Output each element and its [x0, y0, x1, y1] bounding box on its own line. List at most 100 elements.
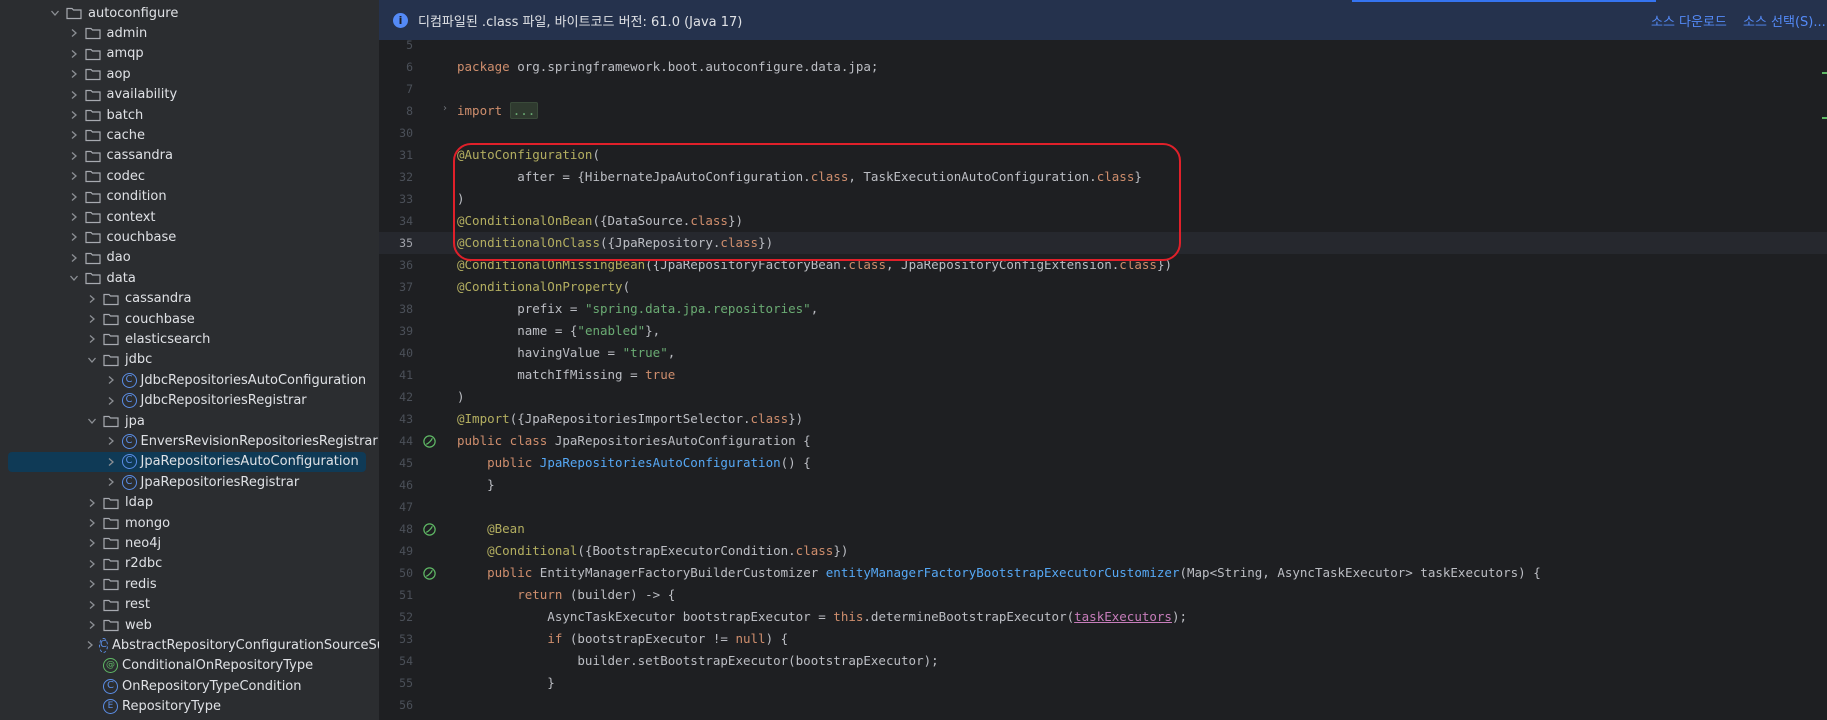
- code-line[interactable]: }: [457, 672, 555, 694]
- fold-chevron-icon[interactable]: ›: [443, 103, 447, 114]
- chevron-right-icon[interactable]: [104, 394, 118, 408]
- tree-item[interactable]: C JpaRepositoriesRegistrar: [0, 472, 379, 492]
- code-line[interactable]: @ConditionalOnBean({DataSource.class}): [457, 210, 743, 232]
- tree-item[interactable]: cache: [0, 125, 379, 145]
- chevron-down-icon[interactable]: [85, 353, 99, 367]
- tree-item[interactable]: aop: [0, 64, 379, 84]
- tree-item[interactable]: @ ConditionalOnRepositoryType: [0, 656, 379, 676]
- chevron-right-icon[interactable]: [85, 496, 99, 510]
- tree-item[interactable]: condition: [0, 187, 379, 207]
- code-line[interactable]: package org.springframework.boot.autocon…: [457, 56, 878, 78]
- tree-item[interactable]: context: [0, 207, 379, 227]
- spring-bean-icon[interactable]: [422, 522, 437, 537]
- tree-item[interactable]: C JdbcRepositoriesRegistrar: [0, 391, 379, 411]
- tree-item[interactable]: dao: [0, 248, 379, 268]
- tree-item[interactable]: jdbc: [0, 350, 379, 370]
- code-line[interactable]: @Bean: [457, 518, 525, 540]
- chevron-right-icon[interactable]: [85, 577, 99, 591]
- tree-item[interactable]: autoconfigure: [0, 3, 379, 23]
- chevron-right-icon[interactable]: [67, 149, 81, 163]
- tree-item[interactable]: elasticsearch: [0, 329, 379, 349]
- chevron-right-icon[interactable]: [85, 557, 99, 571]
- tree-item[interactable]: C JdbcRepositoriesAutoConfiguration: [0, 370, 379, 390]
- tree-item[interactable]: C AbstractRepositoryConfigurationSourceSu: [0, 635, 379, 655]
- chevron-right-icon[interactable]: [67, 210, 81, 224]
- choose-sources-link[interactable]: 소스 선택(S)...: [1743, 11, 1826, 30]
- code-line[interactable]: @Conditional({BootstrapExecutorCondition…: [457, 540, 848, 562]
- tree-item[interactable]: redis: [0, 574, 379, 594]
- tree-item[interactable]: cassandra: [0, 289, 379, 309]
- chevron-right-icon[interactable]: [67, 26, 81, 40]
- chevron-right-icon[interactable]: [104, 373, 118, 387]
- chevron-right-icon[interactable]: [67, 190, 81, 204]
- tree-item[interactable]: batch: [0, 105, 379, 125]
- tree-item[interactable]: r2dbc: [0, 554, 379, 574]
- chevron-right-icon[interactable]: [67, 251, 81, 265]
- chevron-right-icon[interactable]: [67, 88, 81, 102]
- project-tree[interactable]: autoconfigure admin amqp aop availability bat…: [0, 0, 379, 720]
- spring-bean-icon[interactable]: [422, 434, 437, 449]
- chevron-down-icon[interactable]: [48, 6, 62, 20]
- chevron-right-icon[interactable]: [85, 516, 99, 530]
- tree-item[interactable]: couchbase: [0, 309, 379, 329]
- code-line[interactable]: ): [457, 386, 465, 408]
- chevron-right-icon[interactable]: [67, 108, 81, 122]
- code-line[interactable]: return (builder) -> {: [457, 584, 675, 606]
- chevron-right-icon[interactable]: [85, 312, 99, 326]
- chevron-down-icon[interactable]: [85, 414, 99, 428]
- tree-item[interactable]: rest: [0, 595, 379, 615]
- chevron-right-icon[interactable]: [104, 455, 118, 469]
- code-line[interactable]: @ConditionalOnClass({JpaRepository.class…: [457, 232, 773, 254]
- code-line[interactable]: public EntityManagerFactoryBuilderCustom…: [457, 562, 1541, 584]
- chevron-right-icon[interactable]: [85, 332, 99, 346]
- code-line[interactable]: matchIfMissing = true: [457, 364, 675, 386]
- spring-bean-icon[interactable]: [422, 566, 437, 581]
- code-line[interactable]: if (bootstrapExecutor != null) {: [457, 628, 788, 650]
- code-line[interactable]: }: [457, 474, 495, 496]
- tree-item[interactable]: neo4j: [0, 533, 379, 553]
- code-line[interactable]: import ...: [457, 100, 539, 122]
- download-sources-link[interactable]: 소스 다운로드: [1651, 11, 1727, 30]
- chevron-right-icon[interactable]: [85, 618, 99, 632]
- chevron-right-icon[interactable]: [67, 230, 81, 244]
- tree-item[interactable]: data: [0, 268, 379, 288]
- chevron-right-icon[interactable]: [85, 638, 95, 652]
- tree-item[interactable]: codec: [0, 166, 379, 186]
- tree-item[interactable]: cassandra: [0, 146, 379, 166]
- code-line[interactable]: havingValue = "true",: [457, 342, 675, 364]
- chevron-right-icon[interactable]: [67, 169, 81, 183]
- code-line[interactable]: prefix = "spring.data.jpa.repositories",: [457, 298, 818, 320]
- chevron-right-icon[interactable]: [67, 47, 81, 61]
- code-line[interactable]: @ConditionalOnProperty(: [457, 276, 630, 298]
- code-line[interactable]: public class JpaRepositoriesAutoConfigur…: [457, 430, 811, 452]
- chevron-right-icon[interactable]: [104, 475, 118, 489]
- tree-item[interactable]: couchbase: [0, 227, 379, 247]
- chevron-right-icon[interactable]: [67, 67, 81, 81]
- chevron-right-icon[interactable]: [67, 128, 81, 142]
- code-editor[interactable]: 5 6 7 8 › 30 31 32 33 34 35 36 37 38 39 40 41 42 43 44 45 46 4…: [379, 40, 1827, 720]
- tree-item[interactable]: admin: [0, 23, 379, 43]
- tree-item[interactable]: availability: [0, 85, 379, 105]
- tree-item[interactable]: C OnRepositoryTypeCondition: [0, 676, 379, 696]
- code-line[interactable]: public JpaRepositoriesAutoConfiguration(…: [457, 452, 811, 474]
- code-line[interactable]: @Import({JpaRepositoriesImportSelector.c…: [457, 408, 803, 430]
- tree-item[interactable]: E RepositoryType: [0, 697, 379, 717]
- code-line[interactable]: builder.setBootstrapExecutor(bootstrapEx…: [457, 650, 938, 672]
- chevron-right-icon[interactable]: [104, 434, 118, 448]
- tree-item[interactable]: web: [0, 615, 379, 635]
- chevron-right-icon[interactable]: [85, 292, 99, 306]
- code-line[interactable]: name = {"enabled"},: [457, 320, 660, 342]
- code-line[interactable]: after = {HibernateJpaAutoConfiguration.c…: [457, 166, 1142, 188]
- tree-item[interactable]: jpa: [0, 411, 379, 431]
- code-line[interactable]: AsyncTaskExecutor bootstrapExecutor = th…: [457, 606, 1187, 628]
- chevron-down-icon[interactable]: [67, 271, 81, 285]
- code-line[interactable]: @AutoConfiguration(: [457, 144, 600, 166]
- tree-item[interactable]: amqp: [0, 44, 379, 64]
- tree-item[interactable]: C JpaRepositoriesAutoConfiguration: [0, 451, 379, 472]
- tree-item[interactable]: ldap: [0, 493, 379, 513]
- chevron-right-icon[interactable]: [85, 536, 99, 550]
- tree-item[interactable]: mongo: [0, 513, 379, 533]
- code-line[interactable]: @ConditionalOnMissingBean({JpaRepository…: [457, 254, 1172, 276]
- code-line[interactable]: ): [457, 188, 465, 210]
- tree-item[interactable]: C EnversRevisionRepositoriesRegistrar: [0, 431, 379, 451]
